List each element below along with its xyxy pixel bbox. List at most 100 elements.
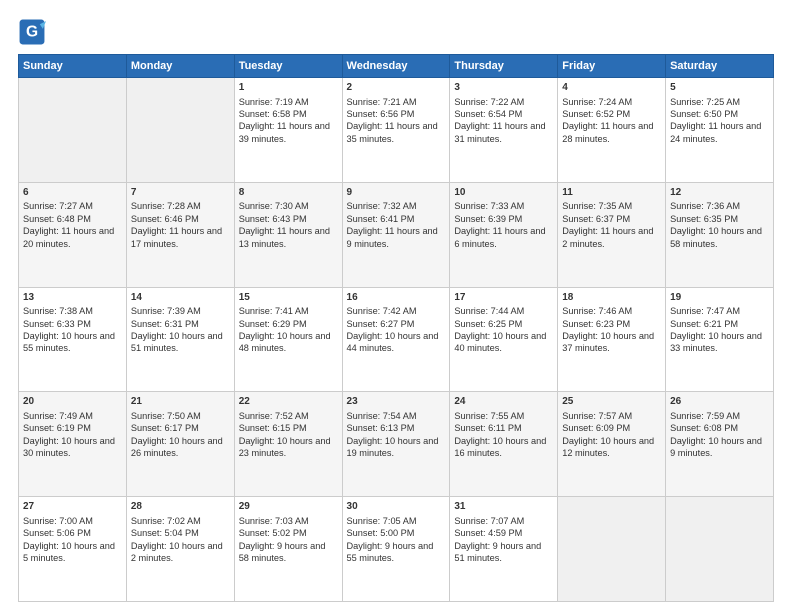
day-number: 12 (670, 186, 769, 200)
day-number: 5 (670, 81, 769, 95)
cell-text: Sunrise: 7:52 AM (239, 410, 338, 422)
cell-text: Sunrise: 7:39 AM (131, 305, 230, 317)
calendar-cell (19, 78, 127, 183)
week-row-1: 1Sunrise: 7:19 AMSunset: 6:58 PMDaylight… (19, 78, 774, 183)
day-number: 29 (239, 500, 338, 514)
calendar-cell: 9Sunrise: 7:32 AMSunset: 6:41 PMDaylight… (342, 182, 450, 287)
calendar-cell: 27Sunrise: 7:00 AMSunset: 5:06 PMDayligh… (19, 497, 127, 602)
cell-text: Sunset: 6:33 PM (23, 318, 122, 330)
calendar-cell: 4Sunrise: 7:24 AMSunset: 6:52 PMDaylight… (558, 78, 666, 183)
day-number: 11 (562, 186, 661, 200)
calendar-table: SundayMondayTuesdayWednesdayThursdayFrid… (18, 54, 774, 602)
cell-text: Sunset: 6:21 PM (670, 318, 769, 330)
calendar-cell: 7Sunrise: 7:28 AMSunset: 6:46 PMDaylight… (126, 182, 234, 287)
cell-text: Sunset: 6:17 PM (131, 422, 230, 434)
calendar-header: SundayMondayTuesdayWednesdayThursdayFrid… (19, 55, 774, 78)
week-row-4: 20Sunrise: 7:49 AMSunset: 6:19 PMDayligh… (19, 392, 774, 497)
cell-text: Daylight: 11 hours and 24 minutes. (670, 120, 769, 145)
calendar-cell: 23Sunrise: 7:54 AMSunset: 6:13 PMDayligh… (342, 392, 450, 497)
cell-text: Sunrise: 7:27 AM (23, 200, 122, 212)
day-number: 31 (454, 500, 553, 514)
calendar-cell: 8Sunrise: 7:30 AMSunset: 6:43 PMDaylight… (234, 182, 342, 287)
cell-text: Sunset: 6:41 PM (347, 213, 446, 225)
weekday-header-tuesday: Tuesday (234, 55, 342, 78)
cell-text: Sunrise: 7:33 AM (454, 200, 553, 212)
cell-text: Daylight: 10 hours and 48 minutes. (239, 330, 338, 355)
day-number: 30 (347, 500, 446, 514)
calendar-cell: 10Sunrise: 7:33 AMSunset: 6:39 PMDayligh… (450, 182, 558, 287)
calendar-cell: 17Sunrise: 7:44 AMSunset: 6:25 PMDayligh… (450, 287, 558, 392)
day-number: 28 (131, 500, 230, 514)
weekday-header-wednesday: Wednesday (342, 55, 450, 78)
cell-text: Daylight: 9 hours and 55 minutes. (347, 540, 446, 565)
cell-text: Sunrise: 7:07 AM (454, 515, 553, 527)
cell-text: Daylight: 10 hours and 51 minutes. (131, 330, 230, 355)
day-number: 26 (670, 395, 769, 409)
week-row-2: 6Sunrise: 7:27 AMSunset: 6:48 PMDaylight… (19, 182, 774, 287)
cell-text: Daylight: 9 hours and 58 minutes. (239, 540, 338, 565)
calendar-cell: 18Sunrise: 7:46 AMSunset: 6:23 PMDayligh… (558, 287, 666, 392)
weekday-header-row: SundayMondayTuesdayWednesdayThursdayFrid… (19, 55, 774, 78)
cell-text: Sunrise: 7:49 AM (23, 410, 122, 422)
cell-text: Daylight: 11 hours and 2 minutes. (562, 225, 661, 250)
cell-text: Sunset: 6:27 PM (347, 318, 446, 330)
svg-text:G: G (26, 24, 38, 41)
cell-text: Sunrise: 7:00 AM (23, 515, 122, 527)
cell-text: Sunset: 5:02 PM (239, 527, 338, 539)
cell-text: Sunset: 6:15 PM (239, 422, 338, 434)
cell-text: Daylight: 10 hours and 37 minutes. (562, 330, 661, 355)
day-number: 10 (454, 186, 553, 200)
calendar-cell: 2Sunrise: 7:21 AMSunset: 6:56 PMDaylight… (342, 78, 450, 183)
week-row-5: 27Sunrise: 7:00 AMSunset: 5:06 PMDayligh… (19, 497, 774, 602)
calendar-cell: 28Sunrise: 7:02 AMSunset: 5:04 PMDayligh… (126, 497, 234, 602)
cell-text: Sunrise: 7:41 AM (239, 305, 338, 317)
cell-text: Sunset: 6:09 PM (562, 422, 661, 434)
week-row-3: 13Sunrise: 7:38 AMSunset: 6:33 PM Dayligh… (19, 287, 774, 392)
cell-text: Sunrise: 7:21 AM (347, 96, 446, 108)
cell-text: Sunset: 6:35 PM (670, 213, 769, 225)
cell-text: Sunset: 6:19 PM (23, 422, 122, 434)
calendar-body: 1Sunrise: 7:19 AMSunset: 6:58 PMDaylight… (19, 78, 774, 602)
day-number: 24 (454, 395, 553, 409)
cell-text: Sunrise: 7:05 AM (347, 515, 446, 527)
day-number: 13 (23, 291, 122, 305)
cell-text: Daylight: 10 hours and 26 minutes. (131, 435, 230, 460)
calendar-cell: 14Sunrise: 7:39 AMSunset: 6:31 PMDayligh… (126, 287, 234, 392)
cell-text: Sunset: 6:13 PM (347, 422, 446, 434)
calendar-cell: 26Sunrise: 7:59 AMSunset: 6:08 PMDayligh… (666, 392, 774, 497)
header: G (18, 18, 774, 46)
day-number: 1 (239, 81, 338, 95)
cell-text: Sunset: 6:37 PM (562, 213, 661, 225)
cell-text: Sunset: 6:29 PM (239, 318, 338, 330)
calendar-cell: 13Sunrise: 7:38 AMSunset: 6:33 PMDayligh… (19, 287, 127, 392)
day-number: 4 (562, 81, 661, 95)
day-number: 22 (239, 395, 338, 409)
cell-text: Sunrise: 7:47 AM (670, 305, 769, 317)
weekday-header-sunday: Sunday (19, 55, 127, 78)
cell-text: Sunset: 6:43 PM (239, 213, 338, 225)
day-number: 9 (347, 186, 446, 200)
calendar-cell (666, 497, 774, 602)
day-number: 8 (239, 186, 338, 200)
calendar-cell: 5Sunrise: 7:25 AMSunset: 6:50 PMDaylight… (666, 78, 774, 183)
calendar-cell: 1Sunrise: 7:19 AMSunset: 6:58 PMDaylight… (234, 78, 342, 183)
day-number: 15 (239, 291, 338, 305)
cell-text: Daylight: 10 hours and 9 minutes. (670, 435, 769, 460)
cell-text: Sunrise: 7:32 AM (347, 200, 446, 212)
day-number: 6 (23, 186, 122, 200)
cell-text: Sunset: 6:23 PM (562, 318, 661, 330)
cell-text: Sunrise: 7:19 AM (239, 96, 338, 108)
cell-text: Sunrise: 7:28 AM (131, 200, 230, 212)
cell-text: Sunrise: 7:22 AM (454, 96, 553, 108)
day-number: 25 (562, 395, 661, 409)
cell-text: Sunrise: 7:38 AM (23, 305, 122, 317)
calendar-cell: 12Sunrise: 7:36 AMSunset: 6:35 PMDayligh… (666, 182, 774, 287)
cell-text: Sunrise: 7:03 AM (239, 515, 338, 527)
calendar-cell (126, 78, 234, 183)
cell-text: Daylight: 11 hours and 13 minutes. (239, 225, 338, 250)
calendar-cell: 11Sunrise: 7:35 AMSunset: 6:37 PMDayligh… (558, 182, 666, 287)
day-number: 23 (347, 395, 446, 409)
day-number: 21 (131, 395, 230, 409)
cell-text: Sunrise: 7:55 AM (454, 410, 553, 422)
calendar-cell: 24Sunrise: 7:55 AMSunset: 6:11 PMDayligh… (450, 392, 558, 497)
